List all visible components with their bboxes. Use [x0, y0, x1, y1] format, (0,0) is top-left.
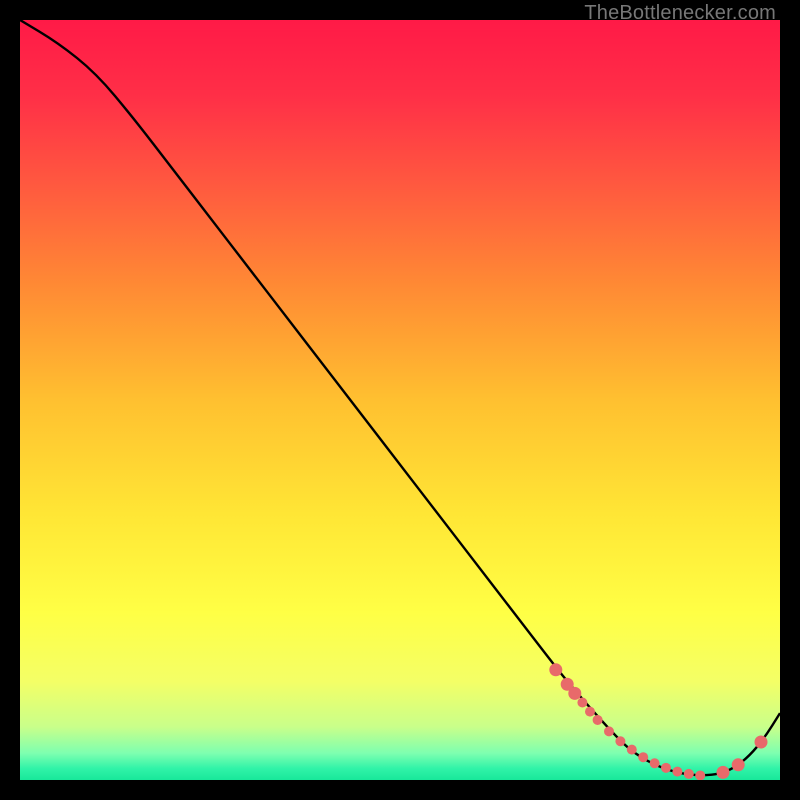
- marker-dot: [585, 707, 595, 717]
- bottleneck-chart: [20, 20, 780, 780]
- marker-dot: [684, 769, 694, 779]
- marker-dot: [732, 758, 745, 771]
- marker-dot: [604, 726, 614, 736]
- marker-dot: [627, 745, 637, 755]
- gradient-background: [20, 20, 780, 780]
- marker-dot: [717, 766, 730, 779]
- marker-dot: [615, 736, 625, 746]
- marker-dot: [593, 715, 603, 725]
- marker-dot: [672, 767, 682, 777]
- marker-dot: [549, 663, 562, 676]
- chart-frame: [20, 20, 780, 780]
- marker-dot: [695, 770, 705, 780]
- marker-dot: [577, 697, 587, 707]
- marker-dot: [568, 687, 581, 700]
- marker-dot: [661, 763, 671, 773]
- marker-dot: [650, 758, 660, 768]
- marker-dot: [755, 736, 768, 749]
- marker-dot: [638, 752, 648, 762]
